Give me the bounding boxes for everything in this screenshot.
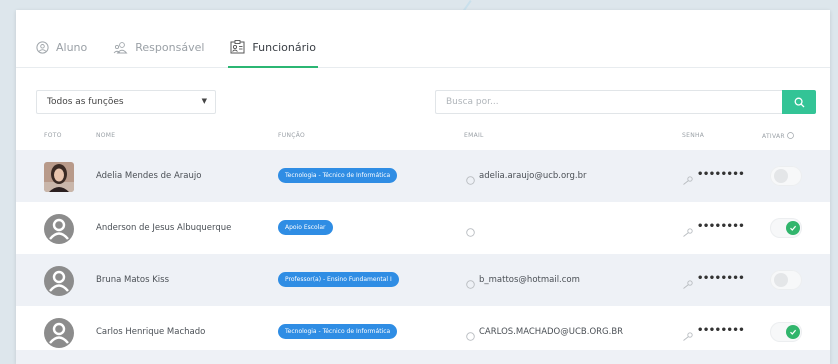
check-icon: [790, 329, 797, 335]
employee-email: b_mattos@hotmail.com: [479, 275, 580, 285]
toggle-knob: [786, 325, 800, 339]
employee-name: Anderson de Jesus Albuquerque: [96, 223, 232, 233]
role-badge: Professor(a) - Ensino Fundamental I: [278, 272, 399, 287]
employee-email: CARLOS.MACHADO@UCB.ORG.BR: [479, 327, 624, 337]
email-icon: [466, 222, 475, 241]
filter-bar: Todos as funções ▼: [16, 68, 830, 126]
avatar-placeholder: [44, 266, 74, 296]
table-row[interactable]: Bruna Matos Kiss Professor(a) - Ensino F…: [16, 254, 830, 306]
key-icon: [682, 274, 693, 293]
role-badge: Apoio Escolar: [278, 220, 333, 235]
search-icon: [794, 93, 805, 112]
password-mask: ••••••••: [697, 325, 745, 336]
guardian-icon: [113, 41, 128, 54]
employee-icon: [230, 40, 245, 54]
toggle-knob: [774, 273, 788, 287]
password-mask: ••••••••: [697, 221, 745, 232]
header-foto: FOTO: [44, 132, 62, 139]
tab-bar: Aluno Responsável Funcionário: [16, 10, 830, 68]
info-icon: [787, 132, 794, 141]
key-icon: [682, 170, 693, 189]
header-senha: SENHA: [682, 132, 705, 139]
tab-responsavel[interactable]: Responsável: [111, 41, 206, 67]
search-button[interactable]: [782, 90, 816, 114]
password-mask: ••••••••: [697, 169, 745, 180]
header-nome: NOME: [96, 132, 116, 139]
employee-name: Carlos Henrique Machado: [96, 327, 206, 337]
header-email: EMAIL: [464, 132, 484, 139]
table-row[interactable]: Anderson de Jesus Albuquerque Apoio Esco…: [16, 202, 830, 254]
table-row[interactable]: Adelia Mendes de Araujo Tecnologia - Téc…: [16, 150, 830, 202]
employee-email: adelia.araujo@ucb.org.br: [479, 171, 587, 181]
tab-aluno-label: Aluno: [56, 41, 88, 54]
toggle-knob: [786, 221, 800, 235]
email-icon: [466, 274, 475, 293]
employee-name: Bruna Matos Kiss: [96, 275, 170, 285]
search-input[interactable]: [435, 90, 784, 114]
employee-photo: [44, 162, 74, 192]
avatar-placeholder: [44, 318, 74, 348]
role-filter-select[interactable]: Todos as funções ▼: [36, 90, 216, 114]
tab-funcionario-label: Funcionário: [252, 40, 316, 54]
active-toggle[interactable]: [770, 322, 802, 342]
email-icon: [466, 170, 475, 189]
caret-down-icon: ▼: [201, 97, 207, 105]
header-ativar-label: ATIVAR: [762, 133, 785, 140]
tab-funcionario[interactable]: Funcionário: [228, 40, 318, 68]
tab-responsavel-label: Responsável: [135, 41, 205, 54]
email-icon: [466, 326, 475, 345]
check-icon: [790, 225, 797, 231]
toggle-knob: [774, 169, 788, 183]
role-badge: Tecnologia - Técnico de Informática: [278, 168, 398, 183]
role-badge: Tecnologia - Técnico de Informática: [278, 324, 398, 339]
employee-name: Adelia Mendes de Araujo: [96, 171, 202, 181]
active-toggle[interactable]: [770, 270, 802, 290]
password-mask: ••••••••: [697, 273, 745, 284]
student-icon: [36, 41, 49, 54]
avatar-placeholder: [44, 214, 74, 244]
header-funcao: FUNÇÃO: [278, 132, 306, 139]
active-toggle[interactable]: [770, 218, 802, 238]
tab-aluno[interactable]: Aluno: [34, 41, 89, 67]
header-ativar: ATIVAR: [762, 132, 794, 141]
table-header: FOTO NOME FUNÇÃO EMAIL SENHA ATIVAR: [16, 126, 830, 150]
role-filter-value: Todos as funções: [47, 97, 124, 107]
employees-panel: Aluno Responsável Funcionário Todos as f…: [16, 10, 830, 364]
table-row-partial: [16, 350, 830, 364]
key-icon: [682, 326, 693, 345]
active-toggle[interactable]: [770, 166, 802, 186]
key-icon: [682, 222, 693, 241]
